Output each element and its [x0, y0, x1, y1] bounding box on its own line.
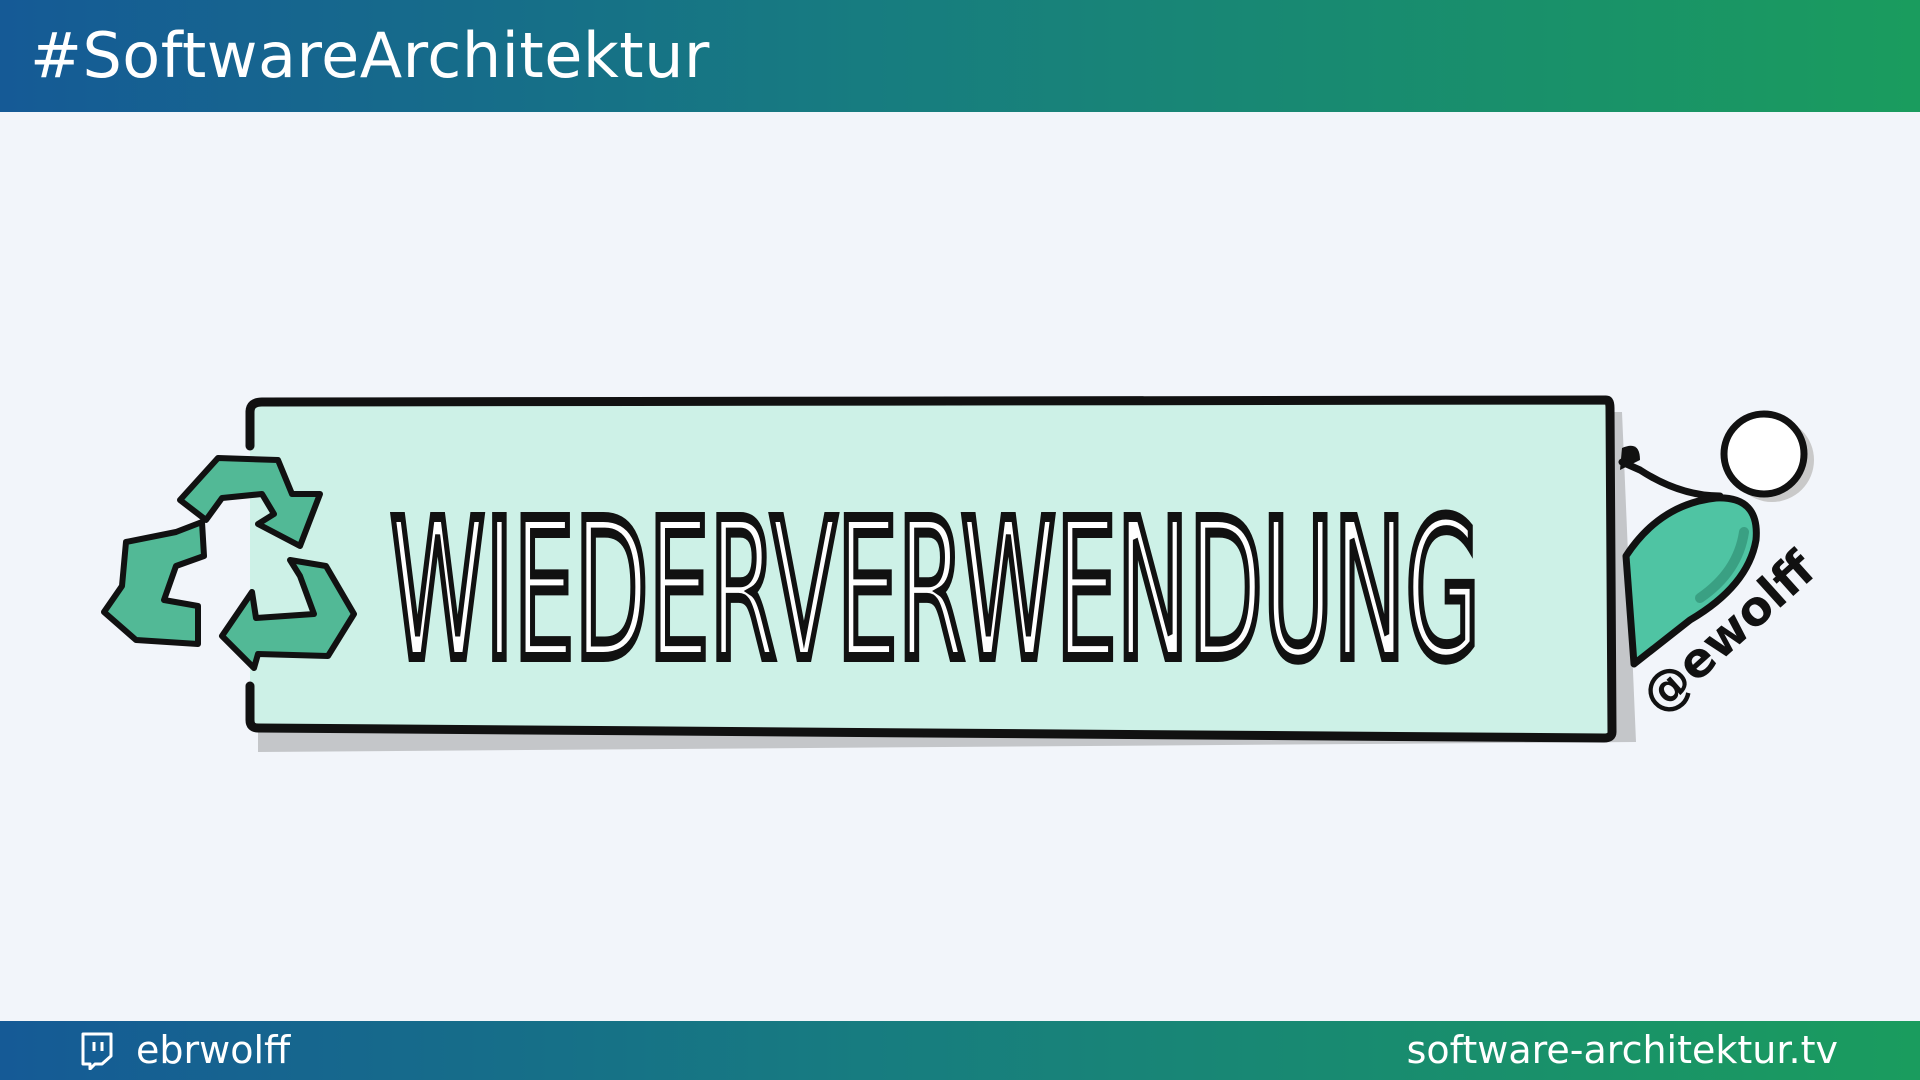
page-title: #SoftwareArchitektur [30, 19, 710, 92]
header-bar: #SoftwareArchitektur [0, 0, 1920, 112]
channel-name: ebrwolff [136, 1028, 291, 1072]
site-url[interactable]: software-architektur.tv [1407, 1021, 1838, 1080]
footer-bar: ebrwolff software-architektur.tv [0, 1021, 1920, 1080]
banner-word: WIEDERVERWENDUNG [390, 480, 1480, 703]
twitch-icon [81, 1032, 113, 1070]
sketch-illustration: WIEDERVERWENDUNG @ewolff [101, 395, 1827, 752]
channel-link[interactable]: ebrwolff [80, 1021, 290, 1080]
